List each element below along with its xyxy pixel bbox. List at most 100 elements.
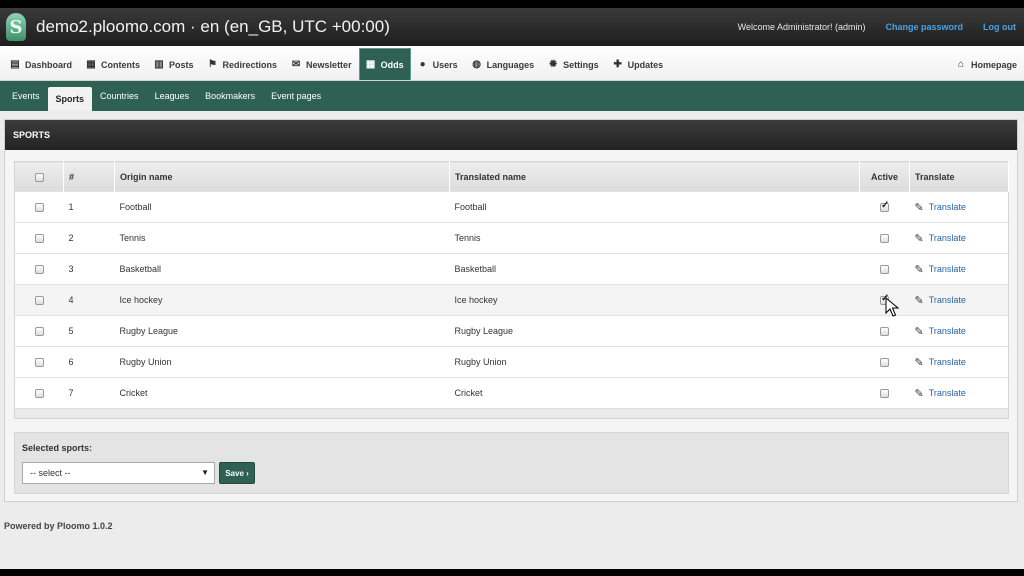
tab-bookmakers[interactable]: Bookmakers xyxy=(197,85,263,107)
row-select-cell xyxy=(14,315,64,347)
gear-icon: ✹ xyxy=(548,59,558,70)
translate-link[interactable]: ✎ Translate xyxy=(915,387,966,400)
row-checkbox[interactable] xyxy=(34,389,44,399)
menu-item-dashboard[interactable]: ▤ Dashboard xyxy=(3,49,79,80)
menu-item-updates[interactable]: ✚ Updates xyxy=(606,49,671,80)
logout-link[interactable]: Log out xyxy=(983,22,1016,32)
row-origin-name: Cricket xyxy=(114,377,450,409)
table-row: 4 Ice hockey Ice hockey ✎ Translate xyxy=(14,284,1009,316)
calendar-icon: ▥ xyxy=(154,59,164,70)
ploomo-logo[interactable]: S xyxy=(6,13,26,41)
footer-text: Powered by Ploomo 1.0.2 xyxy=(4,521,113,531)
menu-item-newsletter[interactable]: ✉ Newsletter xyxy=(284,49,359,80)
pencil-icon: ✎ xyxy=(914,294,924,307)
row-number: 3 xyxy=(63,253,115,285)
pencil-icon: ✎ xyxy=(914,387,924,400)
row-checkbox[interactable] xyxy=(34,327,44,337)
row-translate-cell: ✎ Translate xyxy=(909,377,1009,409)
row-checkbox[interactable] xyxy=(34,296,44,306)
change-password-link[interactable]: Change password xyxy=(885,22,963,32)
menu-item-contents[interactable]: ▦ Contents xyxy=(79,49,147,80)
active-checkbox[interactable] xyxy=(880,200,889,213)
active-checkbox[interactable] xyxy=(880,265,889,275)
translate-link[interactable]: ✎ Translate xyxy=(915,263,966,276)
row-checkbox[interactable] xyxy=(34,203,44,213)
select-all-checkbox[interactable] xyxy=(34,172,44,182)
translate-label: Translate xyxy=(928,357,966,367)
bulk-actions: Selected sports: -- select -- ▼ Save › xyxy=(14,432,1009,494)
menu-item-homepage[interactable]: ⌂ Homepage xyxy=(949,49,1024,80)
translate-label: Translate xyxy=(928,264,966,274)
menu-item-label: Users xyxy=(432,59,458,70)
table-footer-row xyxy=(14,408,1009,419)
row-active-cell xyxy=(859,377,910,409)
menu-item-label: Posts xyxy=(169,59,194,70)
site-title: demo2.ploomo.com · en (en_GB, UTC +00:00… xyxy=(36,17,390,36)
panel-title: SPORTS xyxy=(5,120,1017,150)
menu-item-users[interactable]: ● Users xyxy=(411,49,465,80)
menu-item-settings[interactable]: ✹ Settings xyxy=(541,49,606,80)
menu-item-label: Dashboard xyxy=(25,59,73,70)
sub-menu: Events Sports Countries Leagues Bookmake… xyxy=(0,81,1024,111)
user-icon: ● xyxy=(419,59,426,70)
document-icon: ▦ xyxy=(86,59,96,70)
row-select-cell xyxy=(14,191,64,223)
translate-link[interactable]: ✎ Translate xyxy=(915,294,966,307)
row-translated-name: Football xyxy=(449,191,860,223)
tab-sports[interactable]: Sports xyxy=(47,87,93,111)
row-checkbox[interactable] xyxy=(34,358,44,368)
menu-item-label: Languages xyxy=(486,59,535,70)
pencil-icon: ✎ xyxy=(914,325,924,338)
tab-leagues[interactable]: Leagues xyxy=(147,85,198,107)
menu-item-label: Odds xyxy=(380,59,404,70)
row-checkbox[interactable] xyxy=(34,234,44,244)
menu-item-label: Updates xyxy=(627,59,664,70)
menu-item-redirections[interactable]: ⚑ Redirections xyxy=(201,49,285,80)
row-number: 6 xyxy=(63,346,115,378)
menu-item-odds[interactable]: ▦ Odds xyxy=(358,48,411,80)
bulk-select-value: -- select -- xyxy=(30,468,71,478)
menu-item-posts[interactable]: ▥ Posts xyxy=(147,49,201,80)
translate-link[interactable]: ✎ Translate xyxy=(915,356,966,369)
row-checkbox[interactable] xyxy=(34,265,44,275)
active-checkbox[interactable] xyxy=(880,358,889,368)
translate-label: Translate xyxy=(928,295,966,305)
translate-link[interactable]: ✎ Translate xyxy=(915,201,966,214)
row-translated-name: Cricket xyxy=(449,377,860,409)
table-header-row: # Origin name Translated name Active Tra… xyxy=(14,161,1009,192)
pencil-icon: ✎ xyxy=(914,201,924,214)
active-checkbox[interactable] xyxy=(880,234,889,244)
bulk-action-select[interactable]: -- select -- ▼ xyxy=(22,462,215,484)
row-select-cell xyxy=(14,222,64,254)
tab-event-pages[interactable]: Event pages xyxy=(263,85,329,107)
row-select-cell xyxy=(14,377,64,409)
row-translated-name: Ice hockey xyxy=(449,284,860,316)
menu-item-label: Settings xyxy=(563,59,599,70)
menu-item-languages[interactable]: ◍ Languages xyxy=(465,49,542,80)
column-header-active[interactable]: Active xyxy=(859,161,910,192)
tab-countries[interactable]: Countries xyxy=(92,85,147,107)
row-translate-cell: ✎ Translate xyxy=(909,315,1009,347)
active-checkbox[interactable] xyxy=(880,389,889,399)
translate-link[interactable]: ✎ Translate xyxy=(915,232,966,245)
column-header-origin-name[interactable]: Origin name xyxy=(114,161,450,192)
table-row: 2 Tennis Tennis ✎ Translate xyxy=(14,222,1009,254)
globe-icon: ◍ xyxy=(472,59,481,70)
save-button[interactable]: Save › xyxy=(219,462,255,484)
pencil-icon: ✎ xyxy=(914,356,924,369)
tab-events[interactable]: Events xyxy=(4,85,48,107)
translate-link[interactable]: ✎ Translate xyxy=(915,325,966,338)
row-active-cell xyxy=(859,222,910,254)
active-checkbox[interactable] xyxy=(880,327,889,337)
column-header-translated-name[interactable]: Translated name xyxy=(449,161,860,192)
app-window: S demo2.ploomo.com · en (en_GB, UTC +00:… xyxy=(0,8,1024,569)
row-translate-cell: ✎ Translate xyxy=(909,346,1009,378)
row-active-cell xyxy=(859,253,910,285)
row-translated-name: Rugby Union xyxy=(449,346,860,378)
row-select-cell xyxy=(14,253,64,285)
menu-item-label: Newsletter xyxy=(306,59,352,70)
row-number: 2 xyxy=(63,222,115,254)
table-row: 1 Football Football ✎ Translate xyxy=(14,191,1009,223)
row-number: 4 xyxy=(63,284,115,316)
row-translate-cell: ✎ Translate xyxy=(909,222,1009,254)
